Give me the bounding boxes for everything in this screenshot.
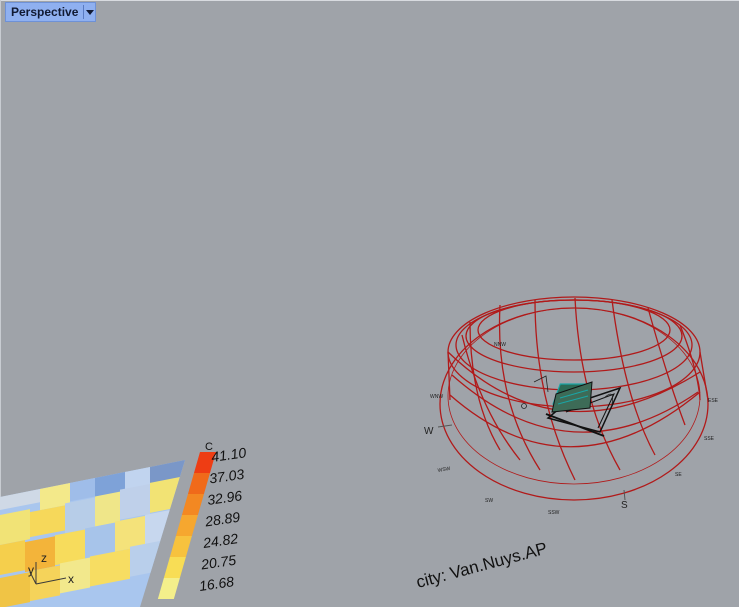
compass-label: SE [675,472,682,478]
axis-y-label: y [28,563,34,577]
legend-swatch [181,494,204,515]
legend-value: 41.10 [210,444,247,465]
legend-value: 20.75 [199,552,237,573]
viewport-tab[interactable]: Perspective [5,2,97,22]
legend-swatch [157,578,180,599]
compass-label: SW [485,498,493,504]
legend-value: 16.68 [198,573,235,594]
legend-swatch [175,515,198,536]
compass-s-label: S [621,500,628,511]
viewport-tab-label[interactable]: Perspective [6,3,83,21]
legend-swatch [187,473,210,494]
axis-x-label: x [68,572,74,586]
legend-value: 24.82 [201,530,239,551]
compass-label: SSE [704,436,715,442]
legend-swatch [163,557,186,578]
perspective-viewport[interactable]: y z x C 41.10 37.03 32.96 28.89 24.82 20… [0,0,739,607]
legend-value: 28.89 [203,509,241,530]
compass-label: NNW [494,342,506,348]
compass-label: WSW [437,466,451,474]
compass-label: SSW [548,510,560,516]
triangle-down-icon[interactable] [84,3,95,21]
viewport-scene[interactable]: y z x C 41.10 37.03 32.96 28.89 24.82 20… [0,0,739,607]
legend-value: 32.96 [206,487,243,508]
city-label: city: Van.Nuys.AP [414,539,549,592]
legend-value: 37.03 [208,466,245,487]
compass-label: WNW [430,394,443,400]
compass-label: ESE [708,398,719,404]
compass-w-label: W [424,426,434,437]
axis-z-label: z [41,551,47,565]
legend-swatch [169,536,192,557]
